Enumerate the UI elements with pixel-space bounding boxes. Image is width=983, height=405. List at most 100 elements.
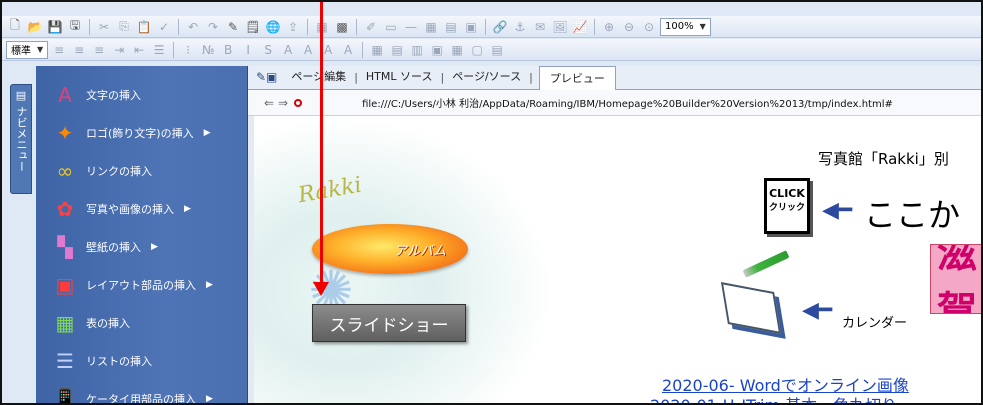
draw-icon[interactable]: ✐	[362, 18, 380, 36]
notebook-icon[interactable]	[720, 282, 782, 334]
layout-parts-icon: ▣	[55, 273, 75, 297]
click-badge-en: CLICK	[769, 187, 805, 200]
article-link[interactable]: 2020-01-H-JTrim 基本・角丸切り	[650, 392, 897, 403]
table-insert-icon: ▦	[55, 311, 75, 335]
font-size-up-icon[interactable]: A	[279, 41, 297, 59]
tab-page-edit[interactable]: ページ編集	[285, 68, 352, 89]
nav-item-label: 壁紙の挿入	[86, 241, 141, 254]
nav-item-label: リンクの挿入	[86, 165, 152, 178]
italic-icon[interactable]: I	[239, 41, 257, 59]
nav-item-logo-insert[interactable]: ✦ ロゴ(飾り文字)の挿入 ▶	[36, 114, 248, 152]
bold-icon[interactable]: B	[219, 41, 237, 59]
nav-menu-tab[interactable]: ▤ ナビメニュー	[10, 84, 32, 194]
cell-prop-icon[interactable]: ▤	[488, 41, 506, 59]
photo-icon[interactable]: 🖼	[551, 18, 569, 36]
align-left-icon[interactable]: ≡	[50, 41, 68, 59]
tab-html-source[interactable]: HTML ソース	[360, 68, 439, 89]
nav-item-label: ロゴ(飾り文字)の挿入	[86, 127, 194, 140]
properties-icon[interactable]: 🗒	[244, 18, 262, 36]
nav-item-table-insert[interactable]: ▦ 表の挿入	[36, 304, 248, 342]
tab-preview[interactable]: プレビュー	[538, 66, 616, 90]
row-icon[interactable]: ▤	[388, 41, 406, 59]
nav-item-layout-parts[interactable]: ▣ レイアウト部品の挿入 ▶	[36, 266, 248, 304]
picture-icon[interactable]: ▭	[382, 18, 400, 36]
slideshow-button-label: スライドショー	[329, 315, 449, 336]
shiga-banner[interactable]: 滋賀	[930, 244, 981, 314]
toolbar-separator	[362, 41, 364, 58]
check-icon[interactable]: ✓	[155, 18, 173, 36]
cut-icon[interactable]: ✂	[95, 18, 113, 36]
submenu-arrow-icon: ▶	[151, 242, 158, 252]
refresh-icon[interactable]	[294, 98, 303, 107]
grid-icon[interactable]: ▩	[333, 18, 351, 36]
nav-item-link-insert[interactable]: ∞ リンクの挿入	[36, 152, 248, 190]
mail-icon[interactable]: ✉	[531, 18, 549, 36]
zoom-fit-icon[interactable]: ⊙	[640, 18, 658, 36]
text-insert-icon: A	[58, 83, 72, 107]
align-center-icon[interactable]: ≡	[70, 41, 88, 59]
calendar-label[interactable]: カレンダー	[842, 312, 907, 331]
link-icon[interactable]: 🔗	[491, 18, 509, 36]
form-icon[interactable]: ▤	[442, 18, 460, 36]
font-size-down-icon[interactable]: A	[299, 41, 317, 59]
frame-icon[interactable]: ▣	[462, 18, 480, 36]
back-forward-icon[interactable]: ⇐⇒	[264, 96, 292, 110]
slideshow-button[interactable]: スライドショー	[312, 304, 466, 342]
strike-icon[interactable]: S	[259, 41, 277, 59]
style-select[interactable]: 標準 ▼	[6, 40, 49, 59]
outdent-icon[interactable]: ⇤	[130, 41, 148, 59]
nav-item-wallpaper-insert[interactable]: ▚ 壁紙の挿入 ▶	[36, 228, 248, 266]
nav-item-mobile-parts[interactable]: 📱 ケータイ用部品の挿入 ▶	[36, 380, 248, 405]
arrow-left-icon: ◀━	[822, 198, 853, 223]
tab-page-source[interactable]: ページ/ソース	[446, 68, 527, 89]
align-right-icon[interactable]: ≡	[90, 41, 108, 59]
site-icon[interactable]: 🌐	[264, 18, 282, 36]
indent-icon[interactable]: ⇥	[110, 41, 128, 59]
copy-icon[interactable]: ⎘	[115, 18, 133, 36]
paste-icon[interactable]: 📋	[135, 18, 153, 36]
nav-item-image-insert[interactable]: ✿ 写真や画像の挿入 ▶	[36, 190, 248, 228]
table-insert-tool-icon[interactable]: ▦	[368, 41, 386, 59]
line-icon[interactable]: —	[402, 18, 420, 36]
address-bar: ⇐⇒ file:///C:/Users/小林 利治/AppData/Roamin…	[248, 90, 981, 116]
save-all-icon[interactable]: 🖫	[66, 18, 84, 36]
nav-item-list-insert[interactable]: ☰ リストの挿入	[36, 342, 248, 380]
url-text[interactable]: file:///C:/Users/小林 利治/AppData/Roaming/I…	[362, 95, 893, 110]
nav-menu-tab-label: ナビメニュー	[15, 106, 28, 172]
zoom-value: 100%	[665, 21, 694, 32]
undo-icon[interactable]: ↶	[184, 18, 202, 36]
open-icon[interactable]: 📂	[26, 18, 44, 36]
transfer-icon[interactable]: ⇪	[284, 18, 302, 36]
click-badge[interactable]: CLICK クリック	[764, 178, 810, 234]
split-icon[interactable]: ▦	[448, 41, 466, 59]
number-list-icon[interactable]: №	[199, 41, 217, 59]
list-icon[interactable]: ☰	[150, 41, 168, 59]
nav-item-label: ケータイ用部品の挿入	[86, 393, 196, 405]
redo-icon[interactable]: ↷	[204, 18, 222, 36]
save-icon[interactable]: 💾	[46, 18, 64, 36]
cell-icon[interactable]: ▢	[468, 41, 486, 59]
zoom-select[interactable]: 100% ▼	[660, 17, 711, 36]
arrow-left-icon: ◀━	[802, 298, 833, 323]
toolbar-separator	[485, 18, 486, 35]
view-tabs: ✎▣ ページ編集 | HTML ソース | ページ/ソース | プレビュー	[248, 66, 981, 90]
nav-item-text-insert[interactable]: A 文字の挿入	[36, 76, 248, 114]
column-icon[interactable]: ▥	[408, 41, 426, 59]
wallpaper-insert-icon: ▚	[57, 235, 73, 259]
zoom-out-icon[interactable]: ⊖	[620, 18, 638, 36]
tab-divider: |	[354, 71, 358, 84]
annotation-arrow-line	[320, 2, 323, 288]
chart-icon[interactable]: 📈	[571, 18, 589, 36]
anchor-icon[interactable]: ⚓	[511, 18, 529, 36]
zoom-in-icon[interactable]: ⊕	[600, 18, 618, 36]
edit-icon[interactable]: ✎	[224, 18, 242, 36]
table-icon[interactable]: ▦	[422, 18, 440, 36]
chevron-down-icon: ▼	[37, 45, 44, 54]
app-window: 🗋 📂 💾 🖫 ✂ ⎘ 📋 ✓ ↶ ↷ ✎ 🗒 🌐 ⇪ ▦ ▩ ✐ ▭ — ▦ …	[0, 0, 983, 405]
mobile-parts-icon: 📱	[52, 387, 78, 405]
submenu-arrow-icon: ▶	[203, 128, 211, 138]
merge-icon[interactable]: ▣	[428, 41, 446, 59]
new-page-icon[interactable]: 🗋	[6, 18, 24, 36]
highlight-icon[interactable]: A	[339, 41, 357, 59]
bullets-icon[interactable]: ⁝	[179, 41, 197, 59]
